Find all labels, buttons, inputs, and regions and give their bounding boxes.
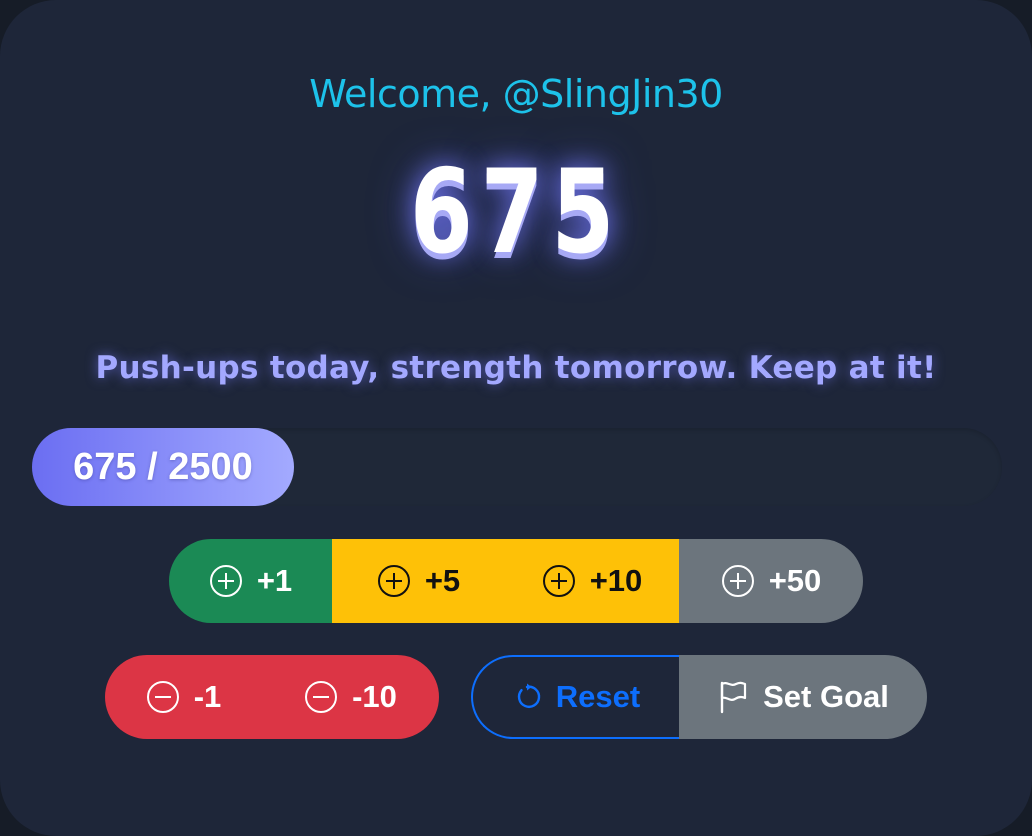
reset-arrow-icon [512,682,542,712]
progress-fill: 675 / 2500 [32,428,294,506]
plus-circle-icon [209,564,243,598]
flag-icon [717,680,749,714]
add-50-button[interactable]: +50 [679,539,863,623]
subtract-1-label: -1 [193,679,222,714]
plus-circle-icon [377,564,411,598]
minus-circle-icon [146,680,180,714]
set-goal-label: Set Goal [763,679,889,714]
counter-card: Welcome, @SlingJin30 675 Push-ups today,… [0,0,1032,836]
plus-circle-icon [721,564,755,598]
set-goal-button[interactable]: Set Goal [679,655,927,739]
subtract-10-label: -10 [352,679,397,714]
progress-bar: 675 / 2500 [32,428,1002,506]
add-5-button[interactable]: +5 [332,539,505,623]
progress-label: 675 / 2500 [73,445,253,488]
motivational-message: Push-ups today, strength tomorrow. Keep … [95,350,937,386]
add-1-button[interactable]: +1 [169,539,332,623]
add-5-label: +5 [424,563,461,598]
subtract-10-button[interactable]: -10 [262,655,439,739]
add-10-label: +10 [589,563,643,598]
decrement-button-group: -1 -10 [105,655,439,739]
welcome-heading: Welcome, @SlingJin30 [309,72,723,116]
add-1-label: +1 [256,563,293,598]
add-50-label: +50 [768,563,822,598]
increment-button-group: +1 +5 +10 +50 [169,539,863,623]
action-button-group: Reset Set Goal [471,655,927,739]
add-10-button[interactable]: +10 [505,539,679,623]
reset-button[interactable]: Reset [471,655,679,739]
pushup-counter: 675 [409,145,623,280]
subtract-1-button[interactable]: -1 [105,655,262,739]
plus-circle-icon [542,564,576,598]
minus-circle-icon [304,680,338,714]
reset-label: Reset [555,679,641,714]
